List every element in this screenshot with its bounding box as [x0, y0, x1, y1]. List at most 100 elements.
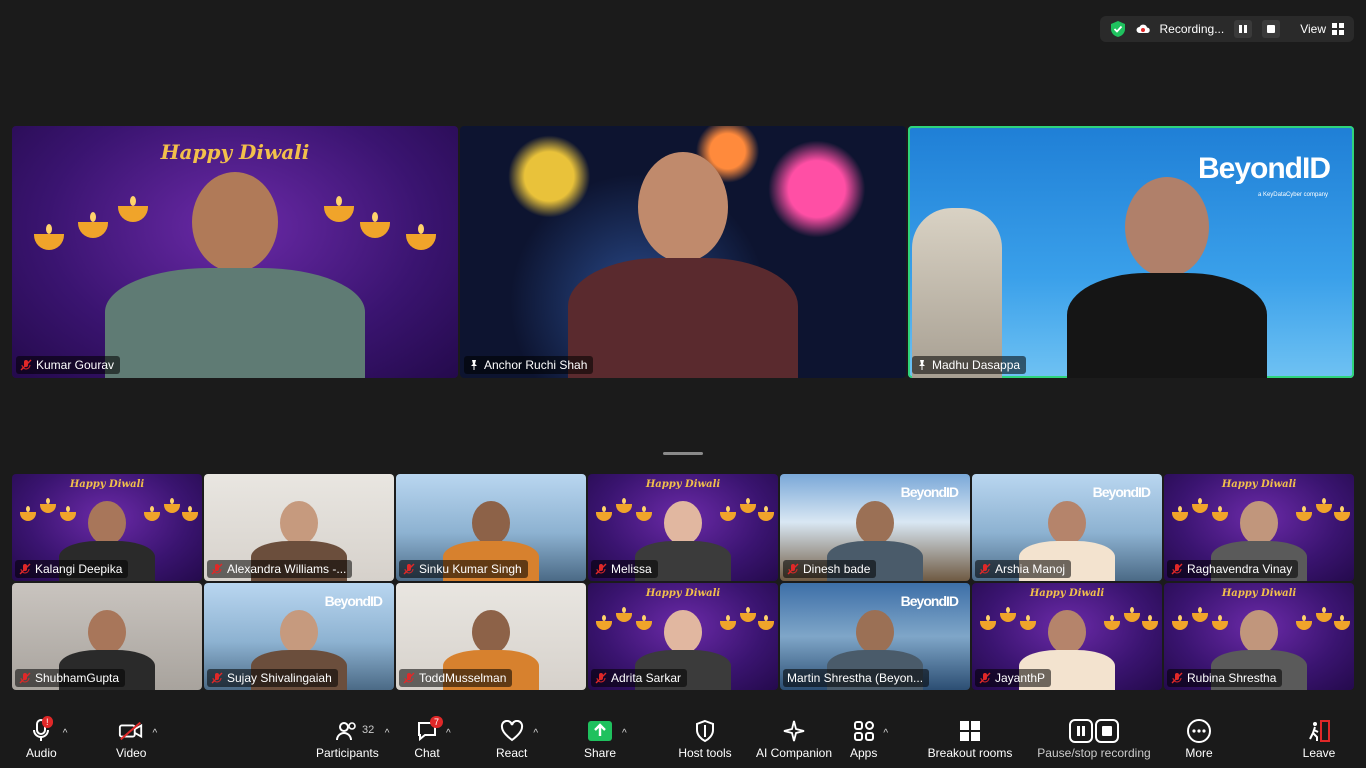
- diya-decoration: [1172, 506, 1188, 521]
- diya-decoration: [616, 498, 632, 513]
- participant-name-tag: Sinku Kumar Singh: [399, 560, 528, 578]
- share-screen-icon: [588, 721, 613, 741]
- diya-decoration: [596, 506, 612, 521]
- stop-recording-button[interactable]: [1262, 20, 1281, 38]
- diya-decoration: [740, 607, 756, 622]
- participant-video: [1066, 177, 1267, 378]
- react-button[interactable]: React: [496, 710, 527, 768]
- bg-logo: BeyondID: [1092, 484, 1151, 500]
- pause-recording-button[interactable]: [1234, 20, 1253, 38]
- diya-decoration: [740, 498, 756, 513]
- participant-name-tag: JayanthP: [975, 669, 1052, 687]
- diya-decoration: [1142, 615, 1158, 630]
- featured-video-row: Happy Diwali Kumar Gourav Anchor Ruchi S…: [12, 126, 1356, 378]
- video-tile[interactable]: Happy Diwali Adrita Sarkar: [588, 583, 778, 690]
- participant-video: [105, 172, 365, 378]
- chat-button[interactable]: 7 Chat: [414, 710, 444, 768]
- more-icon: [1187, 719, 1211, 743]
- video-tile[interactable]: BeyondID Sujay Shivalingaiah: [204, 583, 394, 690]
- mic-muted-icon: [1171, 563, 1183, 575]
- participant-name-tag: Alexandra Williams -...: [207, 560, 353, 578]
- encryption-shield-icon[interactable]: [1110, 20, 1126, 38]
- diya-decoration: [1192, 498, 1208, 513]
- pause-stop-recording-button[interactable]: Pause/stop recording: [1037, 710, 1151, 768]
- mic-muted-icon: [595, 563, 607, 575]
- stop-icon: [1267, 25, 1276, 33]
- video-tile[interactable]: BeyondID Arshia Manoj: [972, 474, 1162, 581]
- host-tools-button[interactable]: Host tools: [678, 710, 732, 768]
- participant-name-tag: Sujay Shivalingaiah: [207, 669, 338, 687]
- participant-name-tag: Melissa: [591, 560, 658, 578]
- video-tile[interactable]: Happy Diwali Melissa: [588, 474, 778, 581]
- video-tile[interactable]: ShubhamGupta: [12, 583, 202, 690]
- diya-decoration: [40, 498, 56, 513]
- video-options-chevron-icon[interactable]: ^: [152, 728, 157, 739]
- video-tile[interactable]: Happy Diwali Kalangi Deepika: [12, 474, 202, 581]
- chat-options-chevron-icon[interactable]: ^: [446, 728, 451, 739]
- participant-name: Adrita Sarkar: [611, 671, 682, 685]
- video-button[interactable]: Video: [116, 710, 146, 768]
- video-tile[interactable]: Happy Diwali Raghavendra Vinay: [1164, 474, 1354, 581]
- participants-options-chevron-icon[interactable]: ^: [385, 728, 390, 739]
- meeting-toolbar: ! Audio ^ Video ^ 32 Participants ^ 7 Ch…: [0, 710, 1366, 768]
- video-tile[interactable]: Sinku Kumar Singh: [396, 474, 586, 581]
- diya-decoration: [1000, 607, 1016, 622]
- pin-icon: [471, 360, 477, 370]
- video-tile-kumar-gourav[interactable]: Happy Diwali Kumar Gourav: [12, 126, 458, 378]
- pause-icon: [1239, 25, 1248, 33]
- diya-decoration: [980, 615, 996, 630]
- participants-button[interactable]: 32 Participants: [316, 710, 379, 768]
- gallery-grid: Happy Diwali Kalangi Deepika Alexandra Wil…: [12, 474, 1355, 690]
- diya-decoration: [1334, 615, 1350, 630]
- diya-decoration: [758, 615, 774, 630]
- participant-name: Sujay Shivalingaiah: [227, 671, 332, 685]
- participant-name-tag: Anchor Ruchi Shah: [464, 356, 594, 374]
- more-label: More: [1185, 746, 1213, 760]
- apps-options-chevron-icon[interactable]: ^: [883, 728, 888, 739]
- react-options-chevron-icon[interactable]: ^: [533, 728, 538, 739]
- diya-decoration: [1334, 506, 1350, 521]
- video-tile[interactable]: BeyondID Martin Shrestha (Beyon...: [780, 583, 970, 690]
- apps-button[interactable]: Apps: [850, 710, 877, 768]
- host-tools-shield-icon: [695, 719, 714, 743]
- leave-door-icon: [1309, 720, 1330, 742]
- participant-name: Alexandra Williams -...: [227, 562, 347, 576]
- participant-name: Dinesh bade: [803, 562, 871, 576]
- participant-name-tag: Arshia Manoj: [975, 560, 1072, 578]
- more-button[interactable]: More: [1185, 710, 1213, 768]
- audio-options-chevron-icon[interactable]: ^: [63, 728, 68, 739]
- video-tile-anchor-ruchi-shah[interactable]: Anchor Ruchi Shah: [460, 126, 906, 378]
- participant-video: [568, 152, 798, 378]
- video-tile[interactable]: Happy Diwali JayanthP: [972, 583, 1162, 690]
- mic-muted-icon: [20, 359, 32, 371]
- share-options-chevron-icon[interactable]: ^: [622, 728, 627, 739]
- bg-title: Happy Diwali: [69, 479, 145, 490]
- bg-title: Happy Diwali: [645, 479, 721, 490]
- breakout-rooms-button[interactable]: Breakout rooms: [928, 710, 1012, 768]
- bg-logo: BeyondID: [324, 593, 383, 609]
- video-tile[interactable]: Happy Diwali Rubina Shrestha: [1164, 583, 1354, 690]
- video-tile[interactable]: Alexandra Williams -...: [204, 474, 394, 581]
- host-tools-label: Host tools: [678, 746, 732, 760]
- video-tile-madhu-dasappa[interactable]: BeyondID a KeyDataCyber company Madhu Da…: [908, 126, 1354, 378]
- video-tile[interactable]: ToddMusselman: [396, 583, 586, 690]
- ai-companion-button[interactable]: AI Companion: [756, 710, 832, 768]
- mic-muted-icon: [403, 672, 415, 684]
- recording-label: Recording...: [1159, 22, 1225, 36]
- mic-muted-icon: [211, 672, 223, 684]
- participant-name: ToddMusselman: [419, 671, 507, 685]
- diya-decoration: [164, 498, 180, 513]
- breakout-rooms-icon: [959, 721, 980, 741]
- resize-handle[interactable]: [663, 452, 703, 455]
- participant-name: Martin Shrestha (Beyon...: [787, 671, 924, 685]
- share-label: Share: [584, 746, 617, 760]
- view-button[interactable]: View: [1300, 22, 1344, 36]
- cloud-recording-icon: [1136, 24, 1150, 33]
- leave-button[interactable]: Leave: [1303, 710, 1335, 768]
- bg-title: Happy Diwali: [645, 588, 721, 599]
- audio-button[interactable]: ! Audio: [26, 710, 57, 768]
- video-tile[interactable]: BeyondID Dinesh bade: [780, 474, 970, 581]
- share-button[interactable]: Share: [584, 710, 616, 768]
- mic-muted-icon: [979, 672, 991, 684]
- participants-label: Participants: [316, 746, 379, 760]
